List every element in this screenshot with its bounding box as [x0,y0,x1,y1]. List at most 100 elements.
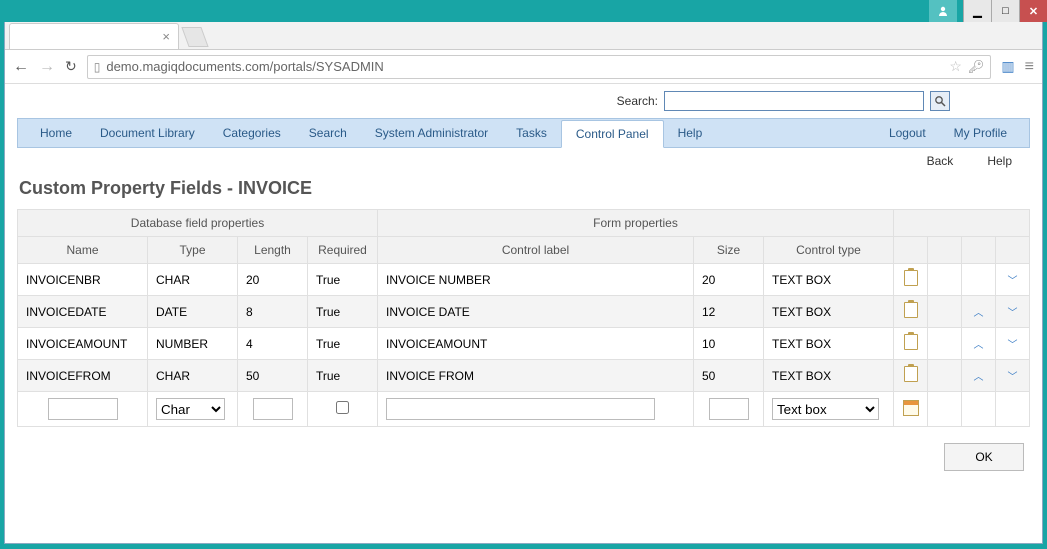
cell-clipboard[interactable] [894,328,928,360]
cell-length: 8 [238,296,308,328]
cell-move-down[interactable]: ﹀ [996,360,1030,392]
cell-blank [928,360,962,392]
table-row: INVOICEDATE DATE 8 True INVOICE DATE 12 … [18,296,1030,328]
reload-button[interactable]: ↻ [65,58,77,75]
browser-tab[interactable]: × [9,23,179,49]
properties-table: Database field properties Form propertie… [17,209,1030,427]
cell-required: True [308,296,378,328]
menu-tasks[interactable]: Tasks [502,119,561,147]
window-close-button[interactable]: ✕ [1019,0,1047,22]
menu-system-administrator[interactable]: System Administrator [361,119,502,147]
page-title: Custom Property Fields - INVOICE [17,174,1030,209]
page-content: Search: Home Document Library Categories… [5,84,1042,543]
cell-required: True [308,264,378,296]
new-label-input[interactable] [386,398,655,420]
window-titlebar: ▁ □ ✕ [0,0,1047,22]
menu-document-library[interactable]: Document Library [86,119,209,147]
maximize-icon: □ [1002,5,1009,17]
cell-label: INVOICE FROM [378,360,694,392]
menu-help[interactable]: Help [664,119,717,147]
bookmark-icon[interactable]: ☆ [949,58,962,75]
menu-categories[interactable]: Categories [209,119,295,147]
cell-clipboard[interactable] [894,264,928,296]
search-input[interactable] [664,91,924,111]
cell-type: NUMBER [148,328,238,360]
back-button[interactable]: ← [13,58,29,76]
new-name-input[interactable] [48,398,118,420]
new-length-input[interactable] [253,398,293,420]
tab-close-button[interactable]: × [162,29,170,44]
menu-icon[interactable]: ≡ [1025,58,1034,76]
cell-move-up[interactable]: ︿ [962,296,996,328]
cell-clipboard[interactable] [894,296,928,328]
cell-label: INVOICE NUMBER [378,264,694,296]
reading-list-icon[interactable]: ▥ [1001,58,1014,75]
col-action-4 [996,237,1030,264]
menu-logout[interactable]: Logout [875,119,940,147]
window-minimize-button[interactable]: ▁ [963,0,991,22]
back-link[interactable]: Back [927,154,954,168]
search-button[interactable] [930,91,950,111]
window-user-button[interactable] [929,0,957,22]
clipboard-icon [904,366,918,382]
close-icon: ✕ [1029,5,1038,18]
group-header-actions [894,210,1030,237]
help-link[interactable]: Help [987,154,1012,168]
cell-label: INVOICE DATE [378,296,694,328]
new-type-select[interactable]: Char [156,398,225,420]
cell-size: 20 [694,264,764,296]
col-action-1 [894,237,928,264]
window-maximize-button[interactable]: □ [991,0,1019,22]
cell-type: DATE [148,296,238,328]
col-length: Length [238,237,308,264]
cell-label: INVOICEAMOUNT [378,328,694,360]
new-required-checkbox[interactable] [336,401,349,414]
forward-button[interactable]: → [39,58,55,76]
cell-type: CHAR [148,360,238,392]
cell-clipboard[interactable] [894,360,928,392]
browser-toolbar: ← → ↻ ▯ ☆ 🔑︎ ▥ ≡ [5,50,1042,84]
down-icon: ﹀ [1008,308,1018,319]
group-header-db: Database field properties [18,210,378,237]
group-header-form: Form properties [378,210,894,237]
cell-length: 50 [238,360,308,392]
cell-move-up[interactable]: ︿ [962,360,996,392]
down-icon: ﹀ [1008,276,1018,287]
sub-links: Back Help [17,148,1030,174]
cell-required: True [308,328,378,360]
up-icon: ︿ [974,340,984,351]
cell-move-up[interactable]: ︿ [962,328,996,360]
url-input[interactable] [106,59,943,74]
ok-button[interactable]: OK [944,443,1024,471]
table-row-new: Char Text box [18,392,1030,427]
new-size-input[interactable] [709,398,749,420]
cell-move-up [962,264,996,296]
table-row: INVOICENBR CHAR 20 True INVOICE NUMBER 2… [18,264,1030,296]
cell-move-down[interactable]: ﹀ [996,328,1030,360]
minimize-icon: ▁ [973,5,981,18]
cell-size: 12 [694,296,764,328]
cell-name: INVOICEFROM [18,360,148,392]
cell-move-down[interactable]: ﹀ [996,296,1030,328]
col-control-type: Control type [764,237,894,264]
table-row: INVOICEFROM CHAR 50 True INVOICE FROM 50… [18,360,1030,392]
cell-blank [928,328,962,360]
col-control-label: Control label [378,237,694,264]
table-row: INVOICEAMOUNT NUMBER 4 True INVOICEAMOUN… [18,328,1030,360]
menu-my-profile[interactable]: My Profile [940,119,1021,147]
menu-control-panel[interactable]: Control Panel [561,120,664,148]
col-action-2 [928,237,962,264]
address-bar[interactable]: ▯ ☆ 🔑︎ [87,55,992,79]
browser-window: × ← → ↻ ▯ ☆ 🔑︎ ▥ ≡ Search: Home Document… [4,22,1043,544]
menu-search[interactable]: Search [295,119,361,147]
calendar-icon [903,400,919,416]
col-action-3 [962,237,996,264]
cell-move-down[interactable]: ﹀ [996,264,1030,296]
key-icon[interactable]: 🔑︎ [968,59,985,75]
new-control-type-select[interactable]: Text box [772,398,879,420]
cell-calendar[interactable] [894,392,928,427]
menu-home[interactable]: Home [26,119,86,147]
cell-required: True [308,360,378,392]
cell-length: 20 [238,264,308,296]
new-tab-button[interactable] [181,27,208,47]
